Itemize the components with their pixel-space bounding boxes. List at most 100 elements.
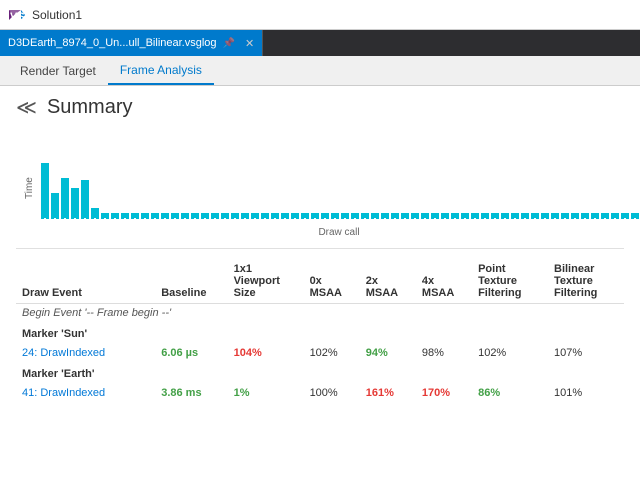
chart-bar <box>281 213 289 218</box>
chart-bar <box>551 213 559 218</box>
chart-bar <box>41 163 49 218</box>
data-table: Draw Event Baseline 1x1 Viewport Size 0x… <box>16 259 624 402</box>
draw-event-link[interactable]: 41: DrawIndexed <box>22 387 105 399</box>
chart-area <box>41 139 640 219</box>
col-header-msaa0x: 0x MSAA <box>304 259 360 304</box>
chart-bar <box>51 193 59 218</box>
chart-bar <box>81 180 89 218</box>
chart-bar <box>181 213 189 218</box>
chart-bar <box>391 213 399 218</box>
baseline-cell: 3.86 ms <box>155 384 227 402</box>
point-filter-cell: 102% <box>472 344 548 362</box>
chart-bar <box>541 213 549 218</box>
col-header-msaa2x: 2x MSAA <box>360 259 416 304</box>
chart-bar <box>521 213 529 218</box>
chart-bar <box>601 213 609 218</box>
tab-render-target[interactable]: Render Target <box>8 56 108 85</box>
chart-bar <box>571 213 579 218</box>
chart-bar <box>451 213 459 218</box>
file-tab-close-button[interactable]: ✕ <box>245 37 254 50</box>
chart-x-label: Draw call <box>54 227 624 238</box>
chart-bar <box>331 213 339 218</box>
chart-bar <box>351 213 359 218</box>
chart-bar <box>421 213 429 218</box>
msaa0x-cell: 100% <box>304 384 360 402</box>
col-header-viewport: 1x1 Viewport Size <box>228 259 304 304</box>
chart-bar <box>561 213 569 218</box>
msaa4x-cell: 170% <box>416 384 472 402</box>
chart-bar <box>611 213 619 218</box>
chart-bar <box>161 213 169 218</box>
chart-bar <box>171 213 179 218</box>
vs-logo-icon: VS <box>8 6 26 24</box>
bilinear-filter-cell: 107% <box>548 344 624 362</box>
viewport-cell: 1% <box>228 384 304 402</box>
main-content: ≪ Summary Time Draw call Draw Event Base… <box>0 86 640 502</box>
chart-bar <box>341 213 349 218</box>
chart-bar <box>201 213 209 218</box>
col-header-bilinear-filter: Bilinear Texture Filtering <box>548 259 624 304</box>
chart-bar <box>101 213 109 218</box>
table-header-row: Draw Event Baseline 1x1 Viewport Size 0x… <box>16 259 624 304</box>
chart-bar <box>361 213 369 218</box>
chart-bars <box>41 139 640 218</box>
table-body: Begin Event '-- Frame begin --'Marker 'S… <box>16 304 624 403</box>
page-tab-bar: Render Target Frame Analysis <box>0 56 640 86</box>
event-label: Begin Event '-- Frame begin --' <box>16 304 624 323</box>
point-filter-cell: 86% <box>472 384 548 402</box>
baseline-cell: 6.06 µs <box>155 344 227 362</box>
tab-frame-analysis[interactable]: Frame Analysis <box>108 56 214 85</box>
chart-bar <box>251 213 259 218</box>
msaa0x-cell: 102% <box>304 344 360 362</box>
chart-bar <box>221 213 229 218</box>
section-label: Marker 'Sun' <box>16 322 624 344</box>
draw-event-link[interactable]: 24: DrawIndexed <box>22 347 105 359</box>
chart-bar <box>291 213 299 218</box>
file-tab[interactable]: D3DEarth_8974_0_Un...ull_Bilinear.vsglog… <box>0 30 263 56</box>
table-row: Marker 'Earth' <box>16 362 624 384</box>
chart-bar <box>411 213 419 218</box>
col-header-draw-event: Draw Event <box>16 259 155 304</box>
pin-icon: 📌 <box>223 38 235 49</box>
msaa2x-cell: 161% <box>360 384 416 402</box>
chart-bar <box>371 213 379 218</box>
viewport-cell: 104% <box>228 344 304 362</box>
chart-bar <box>191 213 199 218</box>
chart-bar <box>381 213 389 218</box>
chart-bar <box>131 213 139 218</box>
chart-bar <box>301 213 309 218</box>
col-header-msaa4x: 4x MSAA <box>416 259 472 304</box>
chart-container: Time Draw call <box>24 131 624 238</box>
chart-bar <box>231 213 239 218</box>
chart-y-label: Time <box>24 153 35 223</box>
chart-bar <box>471 213 479 218</box>
file-tab-bar: D3DEarth_8974_0_Un...ull_Bilinear.vsglog… <box>0 30 640 56</box>
chart-bar <box>531 213 539 218</box>
chart-bar <box>581 213 589 218</box>
table-row: 24: DrawIndexed6.06 µs104%102%94%98%102%… <box>16 344 624 362</box>
chart-bar <box>441 213 449 218</box>
chart-bar <box>631 213 639 218</box>
chart-bar <box>71 188 79 218</box>
bilinear-filter-cell: 101% <box>548 384 624 402</box>
chart-bar <box>311 213 319 218</box>
summary-title: Summary <box>47 96 133 119</box>
chart-bar <box>621 213 629 218</box>
chart-bar <box>111 213 119 218</box>
chart-bar <box>431 213 439 218</box>
chart-bar <box>61 178 69 218</box>
msaa2x-cell: 94% <box>360 344 416 362</box>
table-row: Marker 'Sun' <box>16 322 624 344</box>
chart-bar <box>461 213 469 218</box>
chart-bar <box>491 213 499 218</box>
chart-bar <box>271 213 279 218</box>
divider <box>16 248 624 249</box>
draw-event-cell: 41: DrawIndexed <box>16 384 155 402</box>
collapse-chevron-icon[interactable]: ≪ <box>16 98 37 118</box>
section-label: Marker 'Earth' <box>16 362 624 384</box>
chart-bar <box>91 208 99 218</box>
chart-bar <box>401 213 409 218</box>
draw-event-cell: 24: DrawIndexed <box>16 344 155 362</box>
chart-bar <box>481 213 489 218</box>
chart-bar <box>321 213 329 218</box>
